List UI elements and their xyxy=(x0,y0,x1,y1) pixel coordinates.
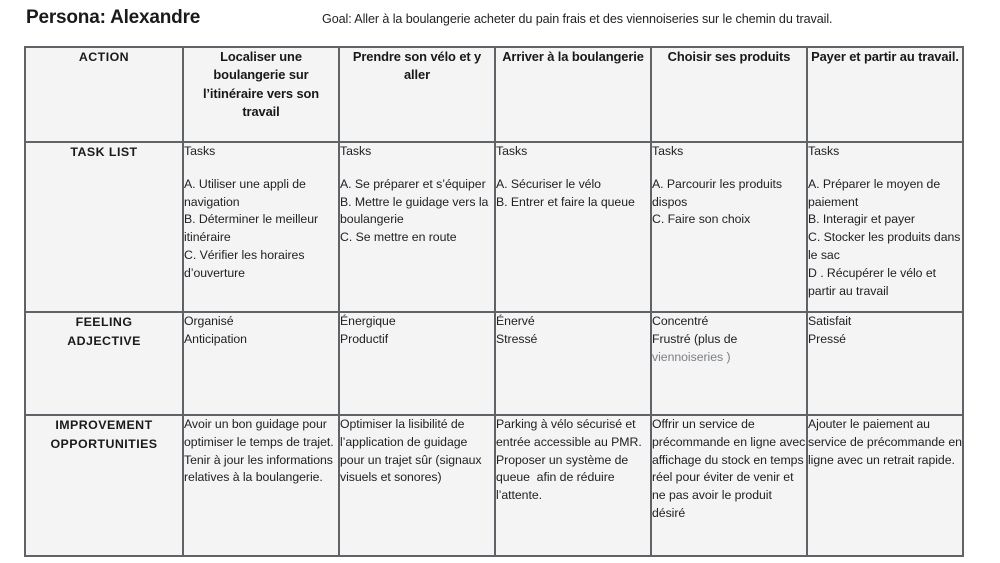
feeling-text-5: Satisfait Pressé xyxy=(808,314,852,346)
feeling-cell-4: Concentré Frustré (plus de viennoiseries… xyxy=(650,311,808,416)
row-label-task-list: TASK LIST xyxy=(24,141,184,313)
tasks-heading-2: Tasks xyxy=(340,144,372,158)
feeling-cell-1: Organisé Anticipation xyxy=(182,311,340,416)
task-cell-2: Tasks A. Se préparer et s’équiper B. Met… xyxy=(338,141,496,313)
improvement-cell-3: Parking à vélo sécurisé et entrée access… xyxy=(494,414,652,557)
persona-goal: Goal: Aller à la boulangerie acheter du … xyxy=(322,12,833,26)
tasks-items-3: A. Sécuriser le vélo B. Entrer et faire … xyxy=(496,176,635,209)
improvement-text-4: Offrir un service de précommande en lign… xyxy=(652,417,806,521)
feeling-cell-3: Énervé Stressé xyxy=(494,311,652,416)
tasks-items-4: A. Parcourir les produits dispos C. Fair… xyxy=(652,176,782,227)
table-row-task-list: TASK LIST Tasks A. Utiliser une appli de… xyxy=(24,141,964,313)
table-row-action: ACTION Localiser une boulangerie sur l’i… xyxy=(24,46,964,143)
action-cell-3: Arriver à la boulangerie xyxy=(494,46,652,143)
row-label-improvement-opportunities: IMPROVEMENT OPPORTUNITIES xyxy=(24,414,184,557)
page-header: Persona: Alexandre Goal: Aller à la boul… xyxy=(0,0,1000,46)
improvement-text-5: Ajouter le paiement au service de précom… xyxy=(808,417,966,467)
improvement-text-3: Parking à vélo sécurisé et entrée access… xyxy=(496,417,646,503)
action-cell-2: Prendre son vélo et y aller xyxy=(338,46,496,143)
action-cell-1: Localiser une boulangerie sur l’itinérai… xyxy=(182,46,340,143)
task-cell-3: Tasks A. Sécuriser le vélo B. Entrer et … xyxy=(494,141,652,313)
feeling-text-2: Énergique Productif xyxy=(340,314,396,346)
journey-matrix: ACTION Localiser une boulangerie sur l’i… xyxy=(24,46,964,557)
feeling-cell-2: Énergique Productif xyxy=(338,311,496,416)
improvement-cell-2: Optimiser la lisibilité de l’application… xyxy=(338,414,496,557)
table-row-feeling-adjective: FEELING ADJECTIVE Organisé Anticipation … xyxy=(24,311,964,416)
tasks-items-1: A. Utiliser une appli de navigation B. D… xyxy=(184,176,319,280)
table-row-improvement-opportunities: IMPROVEMENT OPPORTUNITIES Avoir un bon g… xyxy=(24,414,966,557)
improvement-cell-5: Ajouter le paiement au service de précom… xyxy=(806,414,966,557)
tasks-heading-1: Tasks xyxy=(184,144,216,158)
action-cell-5: Payer et partir au travail. xyxy=(806,46,964,143)
feeling-muted-4: viennoiseries ) xyxy=(652,349,731,364)
row-label-action: ACTION xyxy=(24,46,184,143)
feeling-text-1: Organisé Anticipation xyxy=(184,314,247,346)
tasks-heading-5: Tasks xyxy=(808,144,840,158)
improvement-cell-1: Avoir un bon guidage pour optimiser le t… xyxy=(182,414,340,557)
feeling-cell-5: Satisfait Pressé xyxy=(806,311,964,416)
improvement-text-1: Avoir un bon guidage pour optimiser le t… xyxy=(184,417,334,485)
improvement-text-2: Optimiser la lisibilité de l’application… xyxy=(340,417,485,485)
row-label-feeling-adjective: FEELING ADJECTIVE xyxy=(24,311,184,416)
tasks-heading-3: Tasks xyxy=(496,144,528,158)
task-cell-5: Tasks A. Préparer le moyen de paiement B… xyxy=(806,141,964,313)
tasks-items-5: A. Préparer le moyen de paiement B. Inte… xyxy=(808,176,961,298)
persona-title: Persona: Alexandre xyxy=(26,7,201,28)
improvement-cell-4: Offrir un service de précommande en lign… xyxy=(650,414,808,557)
journey-map-page: Persona: Alexandre Goal: Aller à la boul… xyxy=(0,0,1000,563)
feeling-text-4: Concentré Frustré (plus de xyxy=(652,314,738,346)
task-cell-4: Tasks A. Parcourir les produits dispos C… xyxy=(650,141,808,313)
tasks-heading-4: Tasks xyxy=(652,144,684,158)
tasks-items-2: A. Se préparer et s’équiper B. Mettre le… xyxy=(340,176,489,245)
task-cell-1: Tasks A. Utiliser une appli de navigatio… xyxy=(182,141,340,313)
feeling-text-3: Énervé Stressé xyxy=(496,314,538,346)
action-cell-4: Choisir ses produits xyxy=(650,46,808,143)
